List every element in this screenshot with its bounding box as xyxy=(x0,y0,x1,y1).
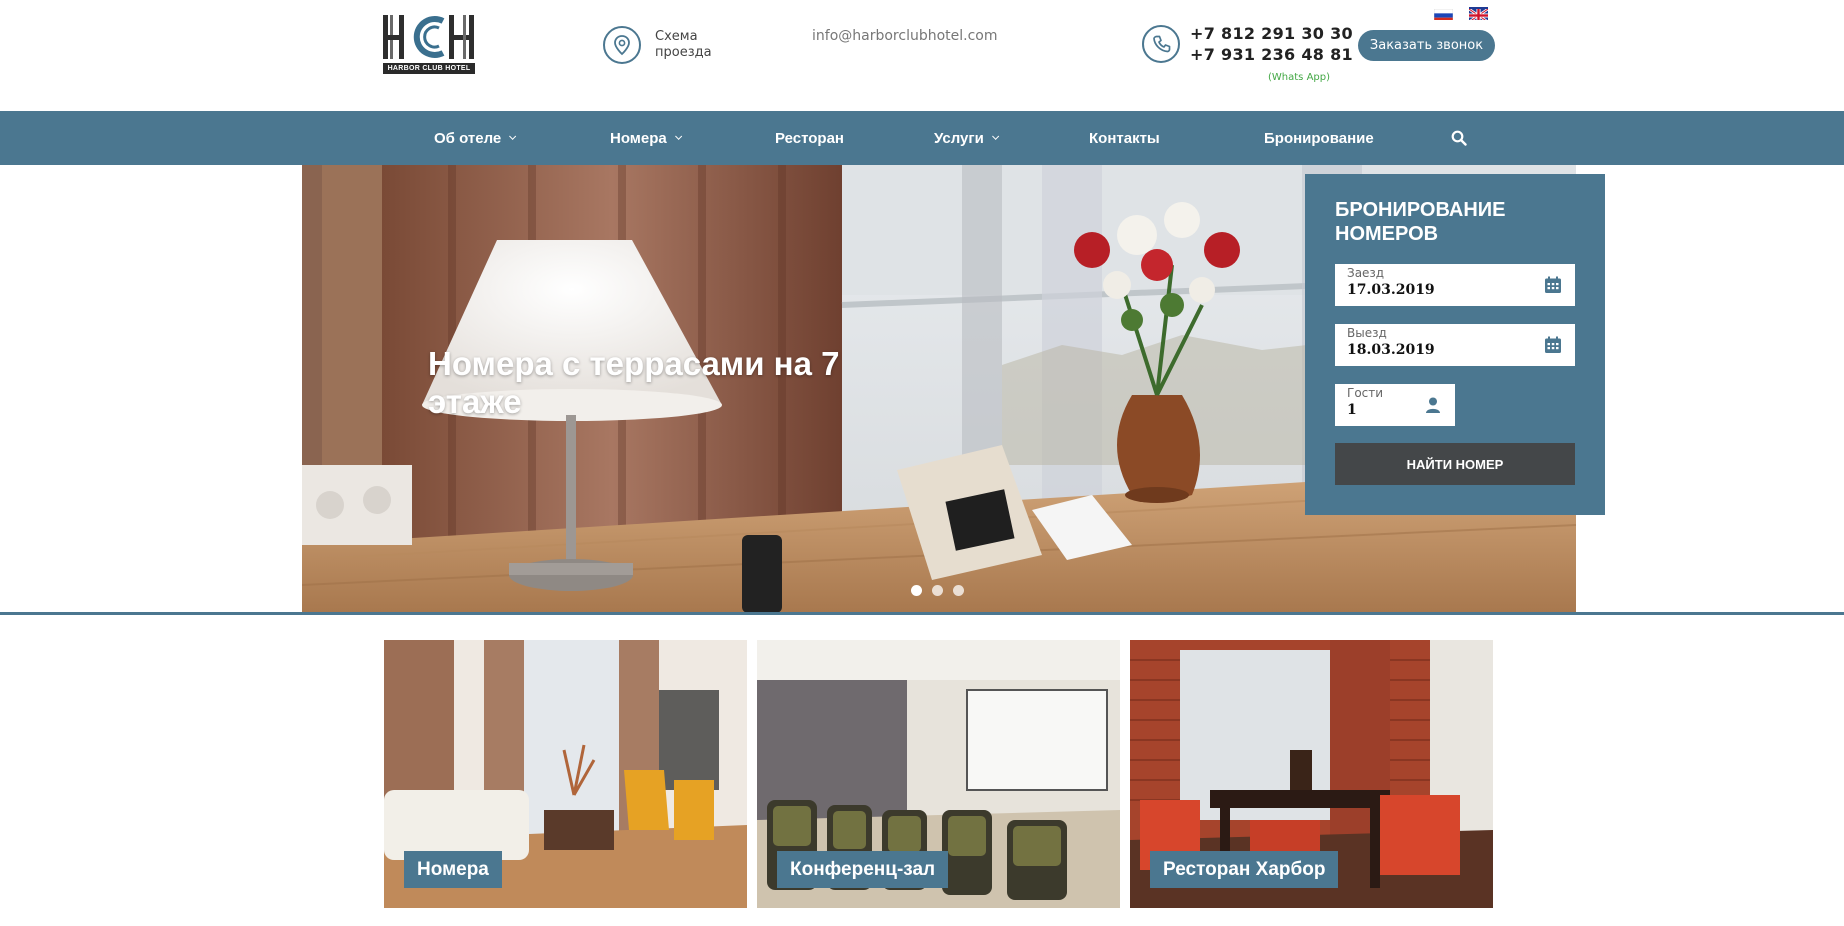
checkout-date-field[interactable]: Выезд 18.03.2019 xyxy=(1335,324,1575,366)
nav-item-rooms[interactable]: Номера xyxy=(610,111,682,165)
nav-item-booking[interactable]: Бронирование xyxy=(1264,111,1374,165)
user-icon xyxy=(1423,395,1443,415)
email-link[interactable]: info@harborclubhotel.com xyxy=(812,28,998,44)
english-flag-icon[interactable] xyxy=(1469,7,1488,20)
nav-item-label: Бронирование xyxy=(1264,129,1374,147)
main-navigation: Об отеле Номера Ресторан Услуги Контакты… xyxy=(0,111,1844,165)
nav-item-label: Контакты xyxy=(1089,129,1160,147)
checkout-label: Выезд xyxy=(1347,326,1387,340)
phone-number-main[interactable]: +7 812 291 30 30 xyxy=(1190,24,1353,43)
hero-title: Номера с террасами на 7 этаже xyxy=(428,345,840,420)
logo-mark xyxy=(383,13,475,61)
callback-button[interactable]: Заказать звонок xyxy=(1358,30,1495,61)
nav-item-label: Об отеле xyxy=(434,129,502,147)
search-icon[interactable] xyxy=(1451,111,1467,165)
guests-field[interactable]: Гости 1 xyxy=(1335,384,1455,426)
checkout-value: 18.03.2019 xyxy=(1347,342,1435,358)
chevron-down-icon xyxy=(509,132,517,140)
slider-dot[interactable] xyxy=(911,585,922,596)
nav-item-about[interactable]: Об отеле xyxy=(434,111,517,165)
slider-dot[interactable] xyxy=(953,585,964,596)
booking-title: БРОНИРОВАНИЕ НОМЕРОВ xyxy=(1335,199,1506,245)
map-pin-icon[interactable] xyxy=(603,26,641,64)
phone-icon xyxy=(1142,25,1180,63)
tile-restaurant[interactable]: Ресторан Харбор xyxy=(1130,640,1493,908)
slider-pagination xyxy=(911,585,964,596)
guests-value: 1 xyxy=(1347,402,1357,418)
chevron-down-icon xyxy=(674,132,682,140)
hero-divider xyxy=(0,612,1844,615)
slider-dot[interactable] xyxy=(932,585,943,596)
logo-caption: HARBOR CLUB HOTEL xyxy=(383,63,475,74)
checkin-value: 17.03.2019 xyxy=(1347,282,1435,298)
calendar-icon[interactable] xyxy=(1543,335,1563,355)
tile-label: Конференц-зал xyxy=(777,851,949,888)
checkin-date-field[interactable]: Заезд 17.03.2019 xyxy=(1335,264,1575,306)
nav-item-contacts[interactable]: Контакты xyxy=(1089,111,1160,165)
checkin-label: Заезд xyxy=(1347,266,1385,280)
nav-item-label: Услуги xyxy=(934,129,984,147)
tile-label: Номера xyxy=(404,851,502,888)
nav-item-label: Ресторан xyxy=(775,129,844,147)
calendar-icon[interactable] xyxy=(1543,275,1563,295)
whatsapp-note: (Whats App) xyxy=(1268,72,1331,83)
find-room-button[interactable]: НАЙТИ НОМЕР xyxy=(1335,443,1575,485)
directions-link[interactable]: Схема проезда xyxy=(655,29,735,61)
tile-conference-hall[interactable]: Конференц-зал xyxy=(757,640,1120,908)
hotel-logo[interactable]: HARBOR CLUB HOTEL xyxy=(383,13,475,74)
chevron-down-icon xyxy=(991,132,1000,140)
phone-number-mobile[interactable]: +7 931 236 48 81 xyxy=(1190,45,1353,64)
tile-rooms[interactable]: Номера xyxy=(384,640,747,908)
nav-item-label: Номера xyxy=(610,129,667,147)
nav-item-services[interactable]: Услуги xyxy=(934,111,1000,165)
guests-label: Гости xyxy=(1347,386,1384,400)
russian-flag-icon[interactable] xyxy=(1434,7,1453,20)
nav-item-restaurant[interactable]: Ресторан xyxy=(775,111,844,165)
booking-panel: БРОНИРОВАНИЕ НОМЕРОВ Заезд 17.03.2019 Вы… xyxy=(1305,174,1605,515)
tile-label: Ресторан Харбор xyxy=(1150,851,1339,888)
